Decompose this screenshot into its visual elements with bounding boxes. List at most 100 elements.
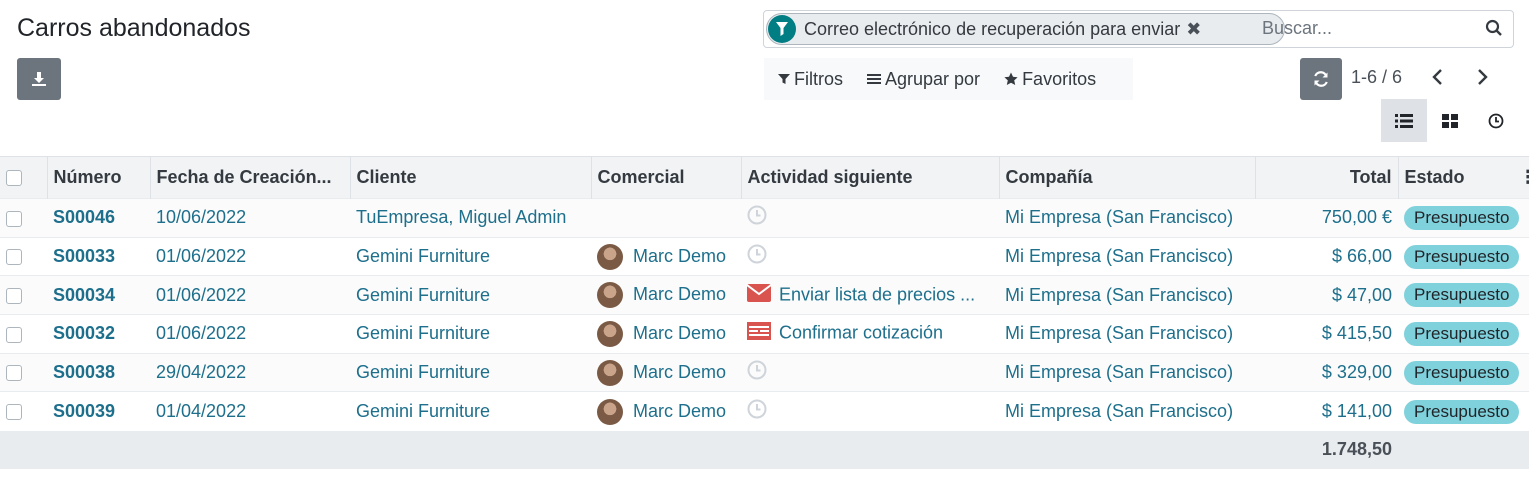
creation-date: 01/04/2022 xyxy=(156,401,247,422)
salesperson-cell: Marc Demo xyxy=(591,237,741,276)
row-checkbox[interactable] xyxy=(6,365,22,382)
customer-name: TuEmpresa, Miguel Admin xyxy=(356,207,567,228)
activity-label: Enviar lista de precios ... xyxy=(779,283,976,304)
row-checkbox[interactable] xyxy=(6,249,22,266)
facet-remove-icon[interactable]: ✖ xyxy=(1186,19,1201,40)
order-number[interactable]: S00038 xyxy=(47,353,150,392)
column-header[interactable]: Total xyxy=(1254,156,1398,199)
list-view-button[interactable] xyxy=(1381,99,1427,142)
salesperson-name: Marc Demo xyxy=(633,322,727,343)
refresh-button[interactable] xyxy=(1300,58,1342,100)
search-facet[interactable]: Correo electrónico de recuperación para … xyxy=(766,13,1285,45)
download-button[interactable] xyxy=(17,58,61,100)
order-total: $ 329,00 xyxy=(1321,362,1392,383)
status-badge: Presupuesto xyxy=(1404,399,1520,424)
kanban-view-button[interactable] xyxy=(1427,99,1473,142)
page-title: Carros abandonados xyxy=(17,14,251,42)
company-name: Mi Empresa (San Francisco) xyxy=(1005,323,1234,344)
search-input[interactable] xyxy=(1260,17,1484,40)
select-all-cell[interactable] xyxy=(0,156,47,199)
filters-button[interactable]: Filtros xyxy=(778,69,843,90)
group-by-button[interactable]: Agrupar por xyxy=(867,69,980,90)
creation-date: 01/06/2022 xyxy=(156,246,247,267)
download-icon xyxy=(32,72,46,86)
kebab-icon[interactable]: ⋮ xyxy=(1519,167,1529,188)
customer-name: Gemini Furniture xyxy=(356,362,491,383)
order-number[interactable]: S00032 xyxy=(47,315,150,354)
column-header[interactable]: Cliente xyxy=(349,156,591,199)
customer-name: Gemini Furniture xyxy=(356,401,491,422)
avatar xyxy=(597,398,623,425)
filters-label: Filtros xyxy=(794,68,843,89)
creation-date: 01/06/2022 xyxy=(156,284,247,305)
group-by-label: Agrupar por xyxy=(885,68,981,89)
clock-icon[interactable] xyxy=(747,244,767,269)
row-select-cell[interactable] xyxy=(0,353,47,392)
order-number[interactable]: S00034 xyxy=(47,276,150,315)
company-name: Mi Empresa (San Francisco) xyxy=(1005,401,1234,422)
favorites-button[interactable]: Favoritos xyxy=(1004,69,1096,90)
column-header[interactable]: Compañía xyxy=(998,156,1255,199)
order-number[interactable]: S00039 xyxy=(47,392,150,431)
row-checkbox[interactable] xyxy=(6,287,22,304)
pager-value[interactable]: 1-6 / 6 xyxy=(1351,67,1402,88)
clock-icon[interactable] xyxy=(747,399,767,424)
table-row[interactable]: S00033 01/06/2022 Gemini Furniture Marc Dem… xyxy=(0,237,1529,276)
refresh-icon xyxy=(1314,71,1328,87)
activity-cell[interactable]: Enviar lista de precios ... xyxy=(741,276,999,315)
table-row[interactable]: S00046 10/06/2022 TuEmpresa, Miguel Admin M… xyxy=(0,198,1529,238)
table-row[interactable]: S00034 01/06/2022 Gemini Furniture Marc Dem… xyxy=(0,275,1529,315)
order-total: $ 415,50 xyxy=(1321,323,1392,344)
row-select-cell[interactable] xyxy=(0,315,47,354)
avatar xyxy=(597,320,623,347)
clock-icon[interactable] xyxy=(747,205,767,230)
search-bar[interactable]: Correo electrónico de recuperación para … xyxy=(763,10,1514,48)
status-header-label: Estado xyxy=(1404,167,1465,187)
filter-icon xyxy=(778,74,790,84)
totals-row: 1.748,50 xyxy=(0,430,1529,469)
envelope-icon[interactable] xyxy=(746,283,772,307)
row-select-cell[interactable] xyxy=(0,199,47,238)
activity-cell[interactable] xyxy=(741,199,999,238)
status-cell: Presupuesto xyxy=(1398,199,1529,238)
column-header[interactable]: Comercial xyxy=(590,156,741,199)
status-cell: Presupuesto xyxy=(1398,237,1529,276)
order-number[interactable]: S00046 xyxy=(47,199,150,238)
order-number[interactable]: S00033 xyxy=(47,237,150,276)
chevron-right-icon[interactable] xyxy=(1474,68,1490,91)
row-select-cell[interactable] xyxy=(0,237,47,276)
row-checkbox[interactable] xyxy=(6,404,22,421)
activity-cell[interactable]: Confirmar cotización xyxy=(741,315,999,354)
row-checkbox[interactable] xyxy=(6,210,22,227)
customer-name: Gemini Furniture xyxy=(356,246,491,267)
avatar xyxy=(597,359,623,386)
row-checkbox[interactable] xyxy=(6,326,22,343)
table-row[interactable]: S00039 01/04/2022 Gemini Furniture Marc Dem… xyxy=(0,391,1529,431)
activity-cell[interactable] xyxy=(741,237,999,276)
table-row[interactable]: S00038 29/04/2022 Gemini Furniture Marc Dem… xyxy=(0,353,1529,392)
select-all-checkbox[interactable] xyxy=(6,170,22,187)
document-icon[interactable] xyxy=(747,322,771,345)
company-name: Mi Empresa (San Francisco) xyxy=(1005,284,1234,305)
activity-view-button[interactable] xyxy=(1473,99,1519,142)
customer-name: Gemini Furniture xyxy=(356,284,491,305)
activity-cell[interactable] xyxy=(741,392,999,431)
creation-date: 10/06/2022 xyxy=(156,207,247,228)
clock-icon[interactable] xyxy=(747,360,767,385)
status-cell: Presupuesto xyxy=(1398,392,1529,431)
column-header[interactable]: Fecha de Creación... xyxy=(149,156,350,199)
filter-icon xyxy=(768,15,796,43)
status-badge: Presupuesto xyxy=(1404,321,1520,346)
chevron-left-icon[interactable] xyxy=(1430,68,1446,91)
search-icon[interactable] xyxy=(1485,19,1503,42)
row-select-cell[interactable] xyxy=(0,276,47,315)
salesperson-cell: Marc Demo xyxy=(591,315,741,354)
table-row[interactable]: S00032 01/06/2022 Gemini Furniture Marc Dem… xyxy=(0,314,1529,354)
column-header[interactable]: Estado ⋮ xyxy=(1397,156,1529,199)
column-header[interactable]: Actividad siguiente xyxy=(740,156,999,199)
activity-label: Confirmar cotización xyxy=(779,322,944,343)
status-badge: Presupuesto xyxy=(1404,244,1520,269)
row-select-cell[interactable] xyxy=(0,392,47,431)
activity-cell[interactable] xyxy=(741,353,999,392)
column-header[interactable]: Número xyxy=(46,156,150,199)
